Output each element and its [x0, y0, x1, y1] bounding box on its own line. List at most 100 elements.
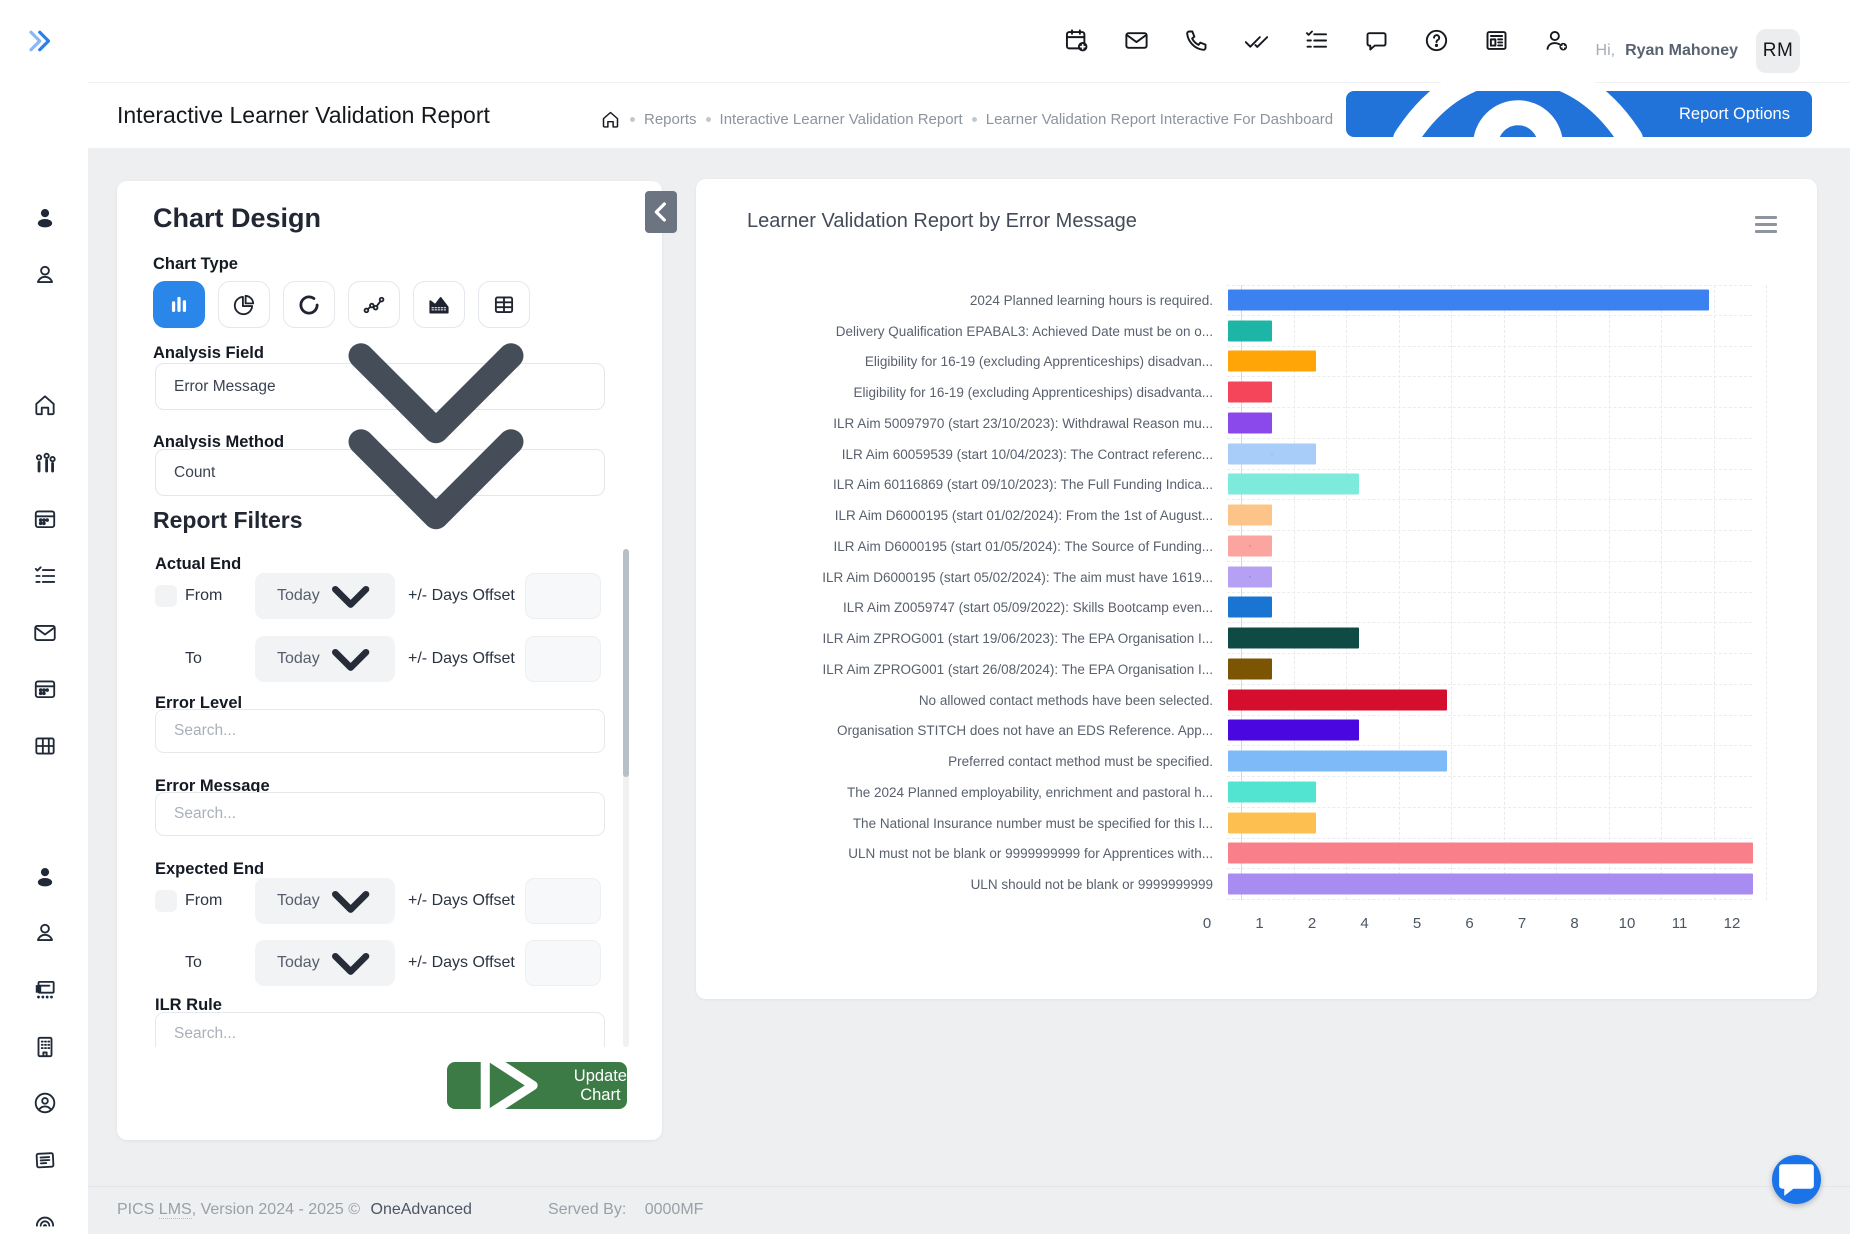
actual-end-to-date-select[interactable]: Today: [255, 636, 395, 682]
chart-bar[interactable]: [1228, 689, 1447, 710]
from-label: From: [185, 587, 237, 605]
chart-bar[interactable]: [1228, 812, 1316, 833]
chart-bar[interactable]: [1228, 443, 1316, 464]
chart-row-label: ILR Aim ZPROG001 (start 19/06/2023): The…: [730, 631, 1227, 646]
chart-card: Learner Validation Report by Error Messa…: [696, 179, 1817, 999]
update-chart-button[interactable]: Update Chart: [447, 1062, 627, 1109]
chart-row-label: ILR Aim ZPROG001 (start 26/08/2024): The…: [730, 662, 1227, 677]
chart-menu-icon[interactable]: [1755, 216, 1777, 237]
people-chart-icon[interactable]: [32, 451, 58, 477]
chart-type-bar-chart-icon[interactable]: [153, 281, 205, 328]
news-icon[interactable]: [32, 1147, 58, 1173]
user-filled-icon[interactable]: [32, 864, 58, 890]
chart-row-track: [1227, 562, 1752, 593]
breadcrumb-item-reports[interactable]: Reports: [644, 111, 697, 128]
building-icon[interactable]: [32, 1034, 58, 1060]
chart-bar[interactable]: [1228, 843, 1753, 864]
analysis-field-value: Error Message: [174, 378, 276, 396]
actual-end-from-offset-input[interactable]: [525, 573, 601, 619]
actual-end-to-offset-input[interactable]: [525, 636, 601, 682]
chart-bar[interactable]: [1228, 535, 1272, 556]
calendar-icon[interactable]: [32, 506, 58, 532]
chart-bar[interactable]: [1228, 474, 1359, 495]
x-axis-tick: 8: [1570, 915, 1578, 932]
filters-scrollbar: [623, 549, 629, 1047]
mail-icon[interactable]: [1123, 27, 1150, 54]
expand-sidebar-button[interactable]: [26, 26, 56, 56]
chart-bar[interactable]: [1228, 412, 1272, 433]
chart-bar[interactable]: [1228, 382, 1272, 403]
chevron-down-icon: [320, 565, 381, 626]
chart-bar[interactable]: [1228, 597, 1272, 618]
expected-end-from-offset-input[interactable]: [525, 878, 601, 924]
chart-row-track: [1227, 869, 1752, 900]
panel-title: Chart Design: [153, 203, 321, 234]
presentation-icon[interactable]: [32, 977, 58, 1003]
report-filters-title: Report Filters: [153, 507, 303, 534]
chart-row-track: [1227, 316, 1752, 347]
actual-end-from-date-select[interactable]: Today: [255, 573, 395, 619]
breadcrumb-item-report[interactable]: Interactive Learner Validation Report: [720, 111, 963, 128]
error-level-search-input[interactable]: [155, 709, 605, 753]
breadcrumb: Reports Interactive Learner Validation R…: [600, 109, 1333, 130]
chart-bar[interactable]: [1228, 720, 1359, 741]
user-filled-icon[interactable]: [32, 205, 58, 231]
filters-scrollbar-thumb[interactable]: [623, 549, 629, 777]
x-axis-tick: 4: [1360, 915, 1368, 932]
collapse-panel-button[interactable]: [645, 191, 677, 233]
expected-end-from-checkbox[interactable]: [155, 890, 177, 912]
chart-bar[interactable]: [1228, 751, 1447, 772]
task-list-icon[interactable]: [32, 563, 58, 589]
task-list-icon[interactable]: [1303, 27, 1330, 54]
chart-row-label: The 2024 Planned employability, enrichme…: [730, 785, 1227, 800]
chart-row-track: [1227, 377, 1752, 408]
chart-row-track: [1227, 439, 1752, 470]
mail-icon[interactable]: [32, 620, 58, 646]
calendar-plus-icon[interactable]: [1063, 27, 1090, 54]
avatar[interactable]: RM: [1756, 29, 1800, 73]
chart-row-label: The National Insurance number must be sp…: [730, 816, 1227, 831]
chart-row-label: 2024 Planned learning hours is required.: [730, 293, 1227, 308]
chart-bar[interactable]: [1228, 320, 1272, 341]
chart-bar[interactable]: [1228, 505, 1272, 526]
expected-end-from-row: From Today +/- Days Offset: [155, 878, 601, 924]
chart-row: Preferred contact method must be specifi…: [730, 746, 1782, 777]
bar-chart: 2024 Planned learning hours is required.…: [730, 285, 1782, 900]
date-select-value: Today: [277, 954, 320, 972]
chart-row-track: [1227, 716, 1752, 747]
chart-bar[interactable]: [1228, 628, 1359, 649]
chart-bar[interactable]: [1228, 874, 1753, 895]
chart-row-label: Delivery Qualification EPABAL3: Achieved…: [730, 324, 1227, 339]
user-outline-icon[interactable]: [32, 262, 58, 288]
signal-arc-icon[interactable]: [32, 1204, 58, 1230]
chart-bar[interactable]: [1228, 781, 1316, 802]
chart-bar[interactable]: [1228, 658, 1272, 679]
table-icon[interactable]: [32, 733, 58, 759]
days-offset-label: +/- Days Offset: [408, 892, 515, 910]
report-options-button[interactable]: Report Options: [1346, 91, 1812, 137]
home-icon[interactable]: [32, 392, 58, 418]
chart-type-pie-chart-icon[interactable]: [218, 281, 270, 328]
chart-row-label: ILR Aim 60059539 (start 10/04/2023): The…: [730, 447, 1227, 462]
home-icon[interactable]: [600, 109, 621, 130]
chart-bar[interactable]: [1228, 351, 1316, 372]
chart-bar[interactable]: [1228, 290, 1709, 311]
date-select-value: Today: [277, 892, 320, 910]
actual-end-from-checkbox[interactable]: [155, 585, 177, 607]
calendar-icon[interactable]: [32, 676, 58, 702]
user-circle-icon[interactable]: [32, 1090, 58, 1116]
chart-bar[interactable]: [1228, 566, 1272, 587]
expected-end-to-offset-input[interactable]: [525, 940, 601, 986]
double-check-icon[interactable]: [1243, 27, 1270, 54]
user-outline-icon[interactable]: [32, 920, 58, 946]
breadcrumb-item-dashboard[interactable]: Learner Validation Report Interactive Fo…: [986, 111, 1333, 128]
chart-row-track: [1227, 808, 1752, 839]
phone-icon[interactable]: [1183, 27, 1210, 54]
expected-end-to-date-select[interactable]: Today: [255, 940, 395, 986]
expected-end-from-date-select[interactable]: Today: [255, 878, 395, 924]
chevron-left-icon: [645, 196, 677, 228]
analysis-method-select[interactable]: Count: [155, 449, 605, 496]
error-message-search-input[interactable]: [155, 792, 605, 836]
chat-fab-button[interactable]: [1772, 1155, 1821, 1204]
sidebar: [0, 0, 88, 1234]
